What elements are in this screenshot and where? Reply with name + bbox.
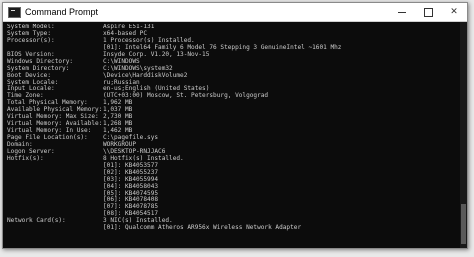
console-line: [05]: KB4074595: [7, 189, 457, 198]
title-bar[interactable]: Command Prompt ✕: [3, 3, 467, 22]
property-value: [07]: KB4078785: [103, 203, 159, 211]
console-line: Boot Device: \Device\HarddiskVolume2: [7, 71, 457, 80]
property-value: (UTC+03:00) Moscow, St. Petersburg, Volg…: [103, 92, 269, 100]
console-line: [02]: KB4055237: [7, 168, 457, 177]
property-value: [06]: KB4078408: [103, 196, 159, 204]
property-value: \\DESKTOP-RNJJAC6: [103, 147, 166, 155]
command-prompt-window: Command Prompt ✕ System Model: Aspire E51…: [2, 2, 468, 249]
console-line: [08]: KB4054517: [7, 210, 457, 218]
property-value: en-us;English (United States): [103, 85, 210, 93]
window-title: Command Prompt: [25, 7, 99, 17]
console-line: Hotfix(s): 8 Hotfix(s) Installed.: [7, 154, 457, 163]
command-prompt-icon: [8, 6, 21, 18]
property-value: \Device\HarddiskVolume2: [103, 71, 188, 79]
property-value: [02]: KB4055237: [103, 168, 159, 176]
property-value: C:\WINDOWS\system32: [103, 64, 173, 72]
property-value: 1,037 MB: [103, 106, 133, 114]
console-line: [07]: KB4078785: [7, 203, 457, 211]
property-label: Hotfix(s):: [7, 154, 44, 162]
minimize-button[interactable]: [389, 3, 415, 21]
property-value: 2,730 MB: [103, 113, 133, 121]
console-line: BIOS Version: Insyde Corp. V1.20, 13-Nov-…: [7, 50, 457, 59]
console-line: [01]: KB4053577: [7, 161, 457, 170]
maximize-button[interactable]: [415, 3, 441, 21]
property-value: C:\WINDOWS: [103, 57, 140, 65]
console-line: System Model: Aspire E51-131: [7, 24, 457, 31]
property-value: [04]: KB4058043: [103, 182, 159, 190]
property-value: 1,462 MB: [103, 127, 133, 135]
console-line: Page File Location(s): C:\pagefile.sys: [7, 134, 457, 142]
property-value: [03]: KB4055994: [103, 175, 159, 183]
console-line: Windows Directory: C:\WINDOWS: [7, 57, 457, 66]
property-label: Network Card(s):: [7, 217, 66, 225]
console-line: System Type: x64-based PC: [7, 29, 457, 38]
console-line: [03]: KB4055994: [7, 175, 457, 184]
property-value: 8 Hotfix(s) Installed.: [103, 154, 184, 162]
property-value: ru;Russian: [103, 78, 140, 86]
property-value: [08]: KB4054517: [103, 210, 159, 218]
property-value: 3 NIC(s) Installed.: [103, 217, 173, 225]
property-value: [01]: Qualcomm Atheros AR956x Wireless N…: [103, 224, 302, 232]
console-line: [01]: Qualcomm Atheros AR956x Wireless N…: [7, 224, 457, 232]
property-value: x64-based PC: [103, 29, 148, 37]
console-line: Domain: WORKGROUP: [7, 140, 457, 149]
property-value: [01]: KB4053577: [103, 161, 159, 169]
property-value: 1 Processor(s) Installed.: [103, 36, 195, 44]
console-line: Logon Server: \\DESKTOP-RNJJAC6: [7, 147, 457, 156]
console-line: [01]: Intel64 Family 6 Model 76 Stepping…: [7, 43, 457, 52]
property-value: [01]: Intel64 Family 6 Model 76 Stepping…: [103, 43, 342, 51]
property-value: 1,962 MB: [103, 99, 133, 107]
property-value: 1,268 MB: [103, 120, 133, 128]
property-value: Insyde Corp. V1.20, 13-Nov-15: [103, 50, 210, 58]
property-value: WORKGROUP: [103, 140, 137, 148]
scrollbar-thumb[interactable]: [461, 204, 466, 244]
console-line: System Directory: C:\WINDOWS\system32: [7, 64, 457, 73]
property-value: C:\pagefile.sys: [103, 134, 159, 141]
property-label: Processor(s):: [7, 36, 55, 44]
console-line: [04]: KB4058043: [7, 182, 457, 191]
vertical-scrollbar[interactable]: [460, 22, 467, 248]
console-line: [06]: KB4078408: [7, 196, 457, 204]
property-value: [05]: KB4074595: [103, 189, 159, 197]
console-output[interactable]: System Model: Aspire E51-131 System Type: x…: [7, 24, 457, 248]
console-line: System Locale: ru;Russian: [7, 78, 457, 87]
close-button[interactable]: ✕: [441, 3, 467, 21]
